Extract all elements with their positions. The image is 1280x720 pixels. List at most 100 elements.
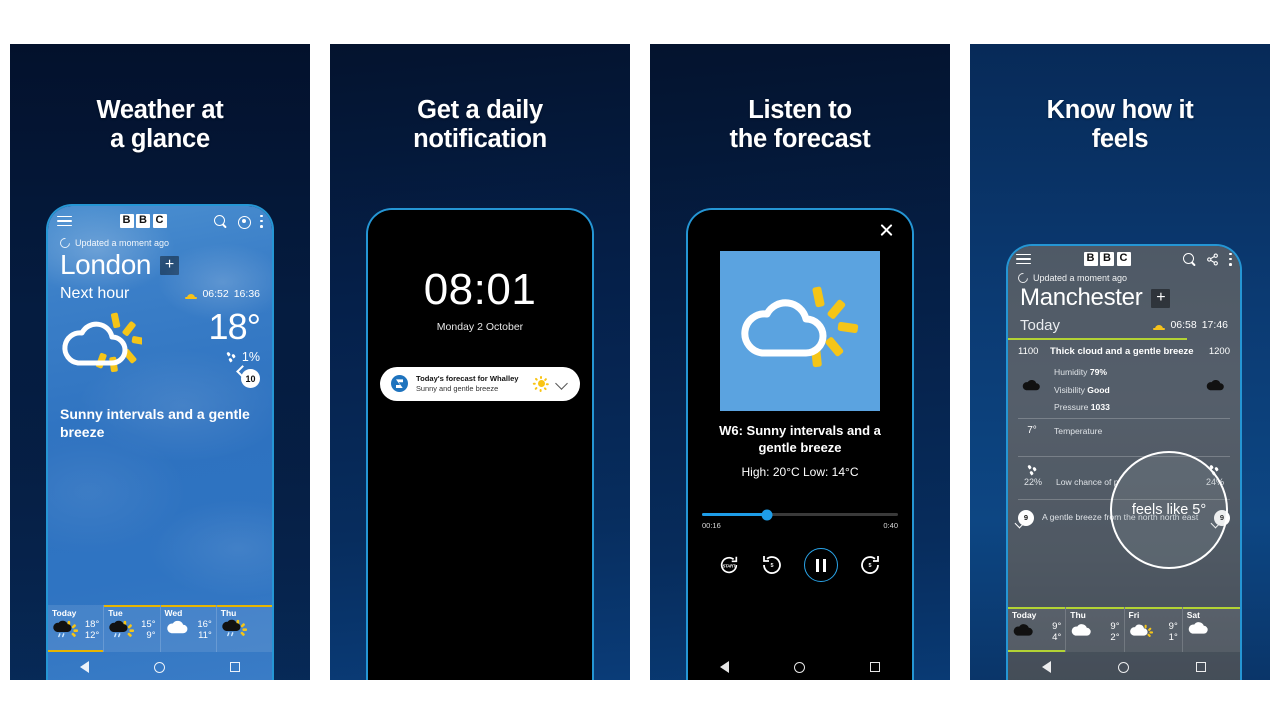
seek-bar[interactable] (702, 509, 898, 521)
forecast-day-label: Thu (220, 608, 237, 618)
player-subtitle: High: 20°C Low: 14°C (741, 465, 859, 480)
search-icon[interactable] (1183, 252, 1196, 266)
search-icon[interactable] (214, 214, 227, 228)
android-nav-bar (688, 652, 912, 680)
today-row: Today 06:58 17:46 (1008, 313, 1240, 334)
time-row: 00:16 0:40 (702, 521, 898, 530)
clock-date: Monday 2 October (436, 321, 524, 333)
hamburger-icon[interactable] (1016, 253, 1031, 265)
home-circle-icon[interactable] (793, 661, 805, 673)
seek-handle[interactable] (761, 509, 773, 521)
forecast-temps: 9° 2° (1110, 621, 1119, 644)
hamburger-icon[interactable] (57, 215, 72, 227)
restart-button[interactable]: START (718, 554, 740, 576)
forecast-temps: 9° 1° (1169, 621, 1178, 644)
more-vertical-icon[interactable] (1229, 252, 1232, 266)
pause-button[interactable] (804, 548, 838, 583)
back-triangle-icon[interactable] (80, 661, 90, 673)
hour-description: Thick cloud and a gentle breeze (1050, 346, 1194, 358)
cloud-icon (1206, 379, 1224, 390)
current-temperature: 18° (208, 306, 261, 348)
detail-row: Pressure 1033 (1018, 400, 1230, 414)
divider (1018, 455, 1230, 457)
forecast-temps: 9° 4° (1052, 621, 1061, 644)
forecast-low: 12° (84, 630, 100, 642)
forecast-day-label: Sat (1186, 610, 1200, 620)
clock-time: 08:01 (423, 265, 537, 314)
rain-chance: 1% (209, 350, 260, 364)
city-row: London + (48, 248, 272, 281)
app-bar-actions (1183, 252, 1232, 266)
share-icon[interactable] (1206, 253, 1219, 266)
forecast-high: 16° (197, 619, 212, 630)
cloud-icon (1071, 624, 1091, 636)
phone-mockup: B B C Updated a moment ago Manchester + … (1006, 244, 1242, 680)
phone-screen: W6: Sunny intervals and a gentle breeze … (688, 210, 912, 680)
phone-screen: B B C Updated a moment ago Manchester + … (1008, 246, 1240, 680)
updated-row: Updated a moment ago (48, 235, 272, 251)
phone-mockup: 08:01 Monday 2 October Today's forecast … (366, 208, 594, 680)
player-title: W6: Sunny intervals and a gentle breeze (719, 423, 881, 455)
recents-square-icon[interactable] (1196, 662, 1207, 672)
next-hour-row: Next hour 06:52 16:36 (48, 281, 272, 303)
left-cloud-icon (1018, 379, 1046, 401)
detail-value: 1033 (1090, 402, 1110, 413)
updated-label: Updated a moment ago (1033, 273, 1128, 283)
app-bar-actions (214, 214, 263, 229)
notification-card[interactable]: Today's forecast for Whalley Sunny and g… (380, 367, 580, 401)
chevron-down-icon[interactable] (555, 377, 568, 391)
add-location-button[interactable]: + (1151, 288, 1171, 308)
panel-headline: Weather at a glance (96, 96, 224, 153)
today-label: Today (1020, 316, 1061, 334)
forecast-temps: 15° 9° (141, 619, 155, 642)
notification-text: Today's forecast for Whalley Sunny and g… (416, 374, 525, 394)
hour-end: 1200 (1208, 346, 1230, 358)
bbc-logo-letter: C (1116, 252, 1131, 266)
cloud-icon (1188, 622, 1208, 634)
forecast-low: 9° (146, 630, 156, 642)
rewind-5-button[interactable]: 5 (760, 553, 784, 577)
panel-headline: Know how it feels (1046, 96, 1194, 153)
location-target-icon[interactable] (237, 215, 251, 229)
sunset-time: 16:36 (233, 288, 260, 301)
bbc-logo: B B C (1083, 252, 1131, 266)
detail-label: Pressure (1054, 402, 1089, 413)
detail-label: Humidity (1054, 367, 1088, 378)
sunrise-time: 06:58 (1170, 319, 1197, 332)
pause-bar (816, 558, 820, 572)
recents-square-icon[interactable] (229, 662, 240, 672)
forecast-day[interactable]: Sat (1182, 607, 1240, 652)
android-nav-bar (48, 652, 272, 680)
forecast-day[interactable]: Today 9° 4° (1008, 607, 1067, 652)
more-vertical-icon[interactable] (260, 214, 263, 228)
forecast-low: 4° (1052, 632, 1062, 644)
precipitation-icon (226, 351, 238, 363)
recents-square-icon[interactable] (869, 662, 880, 672)
forecast-day[interactable]: Fri 9° 1° (1124, 607, 1183, 652)
home-circle-icon[interactable] (153, 661, 165, 673)
sun-cloud-icon (1129, 624, 1153, 638)
back-triangle-icon[interactable] (1041, 661, 1051, 673)
forward-5-button[interactable]: 5 (858, 553, 882, 577)
right-cloud-icon (1202, 379, 1230, 401)
forecast-day[interactable]: Tue 15° 9° (104, 605, 161, 652)
forecast-day[interactable]: Today 18° 12° (48, 605, 105, 652)
sun-times: 06:58 17:46 (1153, 319, 1228, 331)
phone-screen: 08:01 Monday 2 October Today's forecast … (368, 210, 592, 680)
forecast-day[interactable]: Thu (216, 605, 272, 652)
lock-screen-clock: 08:01 Monday 2 October (368, 210, 592, 334)
back-triangle-icon[interactable] (720, 661, 730, 673)
city-name: London (60, 249, 152, 280)
elapsed-time: 00:16 (702, 521, 721, 531)
cloud-icon (166, 621, 187, 634)
restart-label: START (722, 563, 736, 569)
close-icon[interactable] (879, 222, 894, 237)
forecast-day[interactable]: Wed 16° 11° (160, 605, 217, 652)
phone-mockup: B B C Updated a moment ago London + Next… (46, 204, 274, 680)
add-location-button[interactable]: + (160, 255, 180, 275)
player-artwork (720, 251, 880, 411)
divider (1018, 418, 1230, 420)
sun-rain-cloud-icon (109, 621, 135, 638)
forecast-day[interactable]: Thu 9° 2° (1066, 607, 1125, 652)
home-circle-icon[interactable] (1117, 661, 1129, 673)
